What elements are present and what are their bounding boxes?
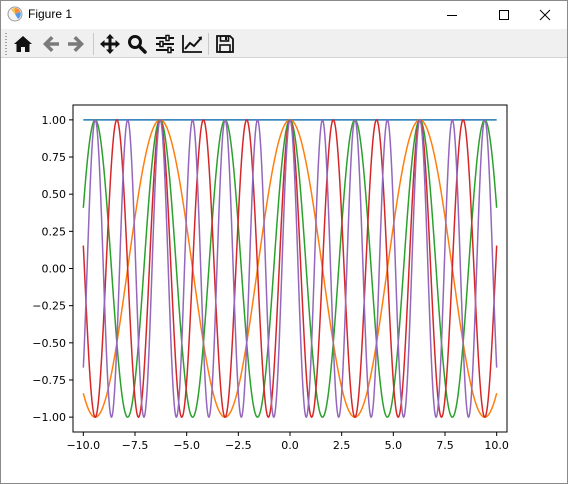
y-tick-label: −1.00: [32, 411, 66, 424]
window-title: Figure 1: [28, 7, 73, 21]
series-layer: [82, 118, 498, 419]
zoom-button[interactable]: [125, 32, 149, 56]
y-tick-label: −0.50: [32, 337, 66, 350]
toolbar-separator: [208, 33, 209, 55]
maximize-button[interactable]: [481, 1, 527, 29]
move-icon: [100, 34, 120, 54]
x-tick-label: 7.5: [436, 439, 454, 452]
y-tick-label: 0.75: [42, 151, 67, 164]
x-tick-label: −7.5: [122, 439, 149, 452]
forward-button[interactable]: [64, 32, 88, 56]
magnifier-icon: [128, 35, 147, 54]
y-tick-label: −0.75: [32, 374, 66, 387]
save-button[interactable]: [213, 32, 237, 56]
x-tick-label: −5.0: [173, 439, 200, 452]
y-tick-label: −0.25: [32, 300, 66, 313]
x-tick-label: 10.0: [484, 439, 509, 452]
y-tick-label: 0.00: [42, 263, 67, 276]
y-tick-label: 1.00: [42, 114, 67, 127]
title-bar[interactable]: Figure 1: [1, 1, 567, 29]
subplots-button[interactable]: [153, 32, 177, 56]
series-line-cos-2x: [82, 119, 498, 418]
maximize-icon: [499, 10, 509, 20]
navigation-toolbar: [1, 29, 567, 58]
line-chart-icon: [182, 35, 202, 53]
close-icon: [539, 9, 551, 21]
minimize-icon: [447, 15, 457, 16]
y-tick-label: 0.25: [42, 225, 67, 238]
figure-canvas[interactable]: −10.0 −7.5 −5.0 −2.5 0.0 2.5 5.0 7.5 10.0 −1.00 −0…: [1, 58, 567, 483]
axes-frame: [72, 104, 508, 433]
figure-window: Figure 1 −10.0 −7.5 −5.0 −2.5 0.0 2.5 5.…: [0, 0, 568, 484]
cosine-plot[interactable]: −10.0 −7.5 −5.0 −2.5 0.0 2.5 5.0 7.5 10.0 −1.00 −0…: [1, 58, 567, 483]
arrow-left-icon: [43, 36, 59, 52]
x-tick-label: 5.0: [385, 439, 403, 452]
x-tick-label: −10.0: [66, 439, 100, 452]
pan-button[interactable]: [98, 32, 122, 56]
x-tick-label: −2.5: [225, 439, 252, 452]
back-button[interactable]: [39, 32, 63, 56]
close-button[interactable]: [522, 1, 568, 29]
customize-button[interactable]: [180, 32, 204, 56]
arrow-right-icon: [68, 36, 84, 52]
home-button[interactable]: [11, 32, 35, 56]
toolbar-grip[interactable]: [5, 33, 7, 55]
minimize-button[interactable]: [429, 1, 475, 29]
home-icon: [14, 36, 32, 52]
series-line-cos-3x: [82, 119, 498, 418]
y-tick-label: 0.50: [42, 188, 67, 201]
series-line-cos-4x: [82, 118, 498, 419]
toolbar-separator: [93, 33, 94, 55]
series-line-cos-1x: [82, 119, 498, 418]
x-tick-label: 2.5: [333, 439, 351, 452]
sliders-icon: [156, 34, 174, 54]
matplotlib-icon: [7, 6, 23, 22]
x-tick-label: 0.0: [281, 439, 299, 452]
floppy-disk-icon: [216, 35, 234, 53]
